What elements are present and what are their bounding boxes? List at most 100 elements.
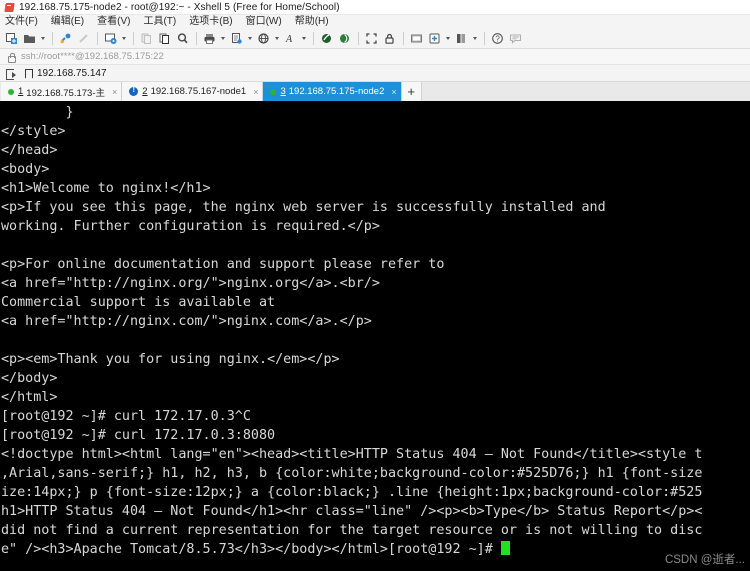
menu-tabs[interactable]: 选项卡(B) (189, 15, 239, 29)
font-icon[interactable]: A (282, 30, 299, 47)
xshell-window: 192.168.75.175-node2 - root@192:~ - Xshe… (0, 0, 750, 571)
compose-icon[interactable] (408, 30, 425, 47)
lock-icon[interactable] (381, 30, 398, 47)
title-bar: 192.168.75.175-node2 - root@192:~ - Xshe… (0, 0, 750, 15)
bookmark-bar: 192.168.75.147 (0, 65, 750, 82)
open-folder-caret-icon[interactable] (39, 30, 46, 47)
terminal-line: </html> (1, 390, 58, 405)
font-caret-icon[interactable] (300, 30, 307, 47)
log-caret-icon[interactable] (246, 30, 253, 47)
terminal-line: <body> (1, 162, 50, 177)
toolbar-separator (313, 32, 314, 45)
toolbar-separator (484, 32, 485, 45)
terminal-line: <!doctype html><html lang="en"><head><ti… (1, 447, 703, 462)
toolbar-separator (403, 32, 404, 45)
paste-icon[interactable] (156, 30, 173, 47)
help-icon[interactable]: ? (489, 30, 506, 47)
address-bar[interactable]: ssh://root****@192.168.75.175:22 (0, 49, 750, 65)
terminal-line: Commercial support is available at (1, 295, 276, 310)
menu-file[interactable]: 文件(F) (5, 15, 45, 29)
menu-window[interactable]: 窗口(W) (246, 15, 289, 29)
print-caret-icon[interactable] (219, 30, 226, 47)
terminal-line: [root@192 ~]# curl 172.17.0.3:8080 (1, 428, 276, 443)
bookmark-item-label[interactable]: 192.168.75.147 (37, 68, 107, 79)
lock-icon (6, 52, 16, 63)
terminal-line: </style> (1, 124, 66, 139)
print-icon[interactable] (201, 30, 218, 47)
xshell-icon (4, 2, 15, 13)
tab-number: 2 (142, 86, 148, 97)
menu-help[interactable]: 帮助(H) (295, 15, 336, 29)
tab-bar: 1 192.168.75.173-主 × 2 192.168.75.167-no… (0, 82, 750, 101)
new-tab-button[interactable]: + (401, 82, 422, 101)
terminal-line: </head> (1, 143, 58, 158)
terminal-line: } (1, 105, 74, 120)
terminal-line: <p><em>Thank you for using nginx.</em></… (1, 352, 340, 367)
terminal-line: <a href="http://nginx.org/">nginx.org</a… (1, 276, 380, 291)
tab-label: 192.168.75.173-主 (26, 87, 105, 99)
globe-icon[interactable] (255, 30, 272, 47)
menu-bar: 文件(F) 编辑(E) 查看(V) 工具(T) 选项卡(B) 窗口(W) 帮助(… (0, 15, 750, 29)
terminal-output[interactable]: } </style> </head> <body> <h1>Welcome to ngi… (0, 101, 750, 571)
session-properties-icon[interactable] (102, 30, 119, 47)
terminal-line-container: } </style> </head> <body> <h1>Welcome to ngi… (1, 103, 750, 559)
terminal-line: [root@192 ~]# curl 172.17.0.3^C (1, 409, 251, 424)
menu-tools[interactable]: 工具(T) (143, 15, 183, 29)
toolbar-separator (52, 32, 53, 45)
fullscreen-icon[interactable] (363, 30, 380, 47)
terminal-line: ,Arial,sans-serif;} h1, h2, h3, b {color… (1, 466, 703, 481)
globe-caret-icon[interactable] (273, 30, 280, 47)
terminal-line: <a href="http://nginx.com/">nginx.com</a… (1, 314, 372, 329)
disconnect-icon (75, 30, 92, 47)
tab-close-icon[interactable]: × (391, 87, 396, 97)
add-icon[interactable] (426, 30, 443, 47)
layout-caret-icon[interactable] (471, 30, 478, 47)
layout-icon[interactable] (453, 30, 470, 47)
tab-number: 3 (280, 86, 286, 97)
terminal-line: h1>HTTP Status 404 – Not Found</h1><hr c… (1, 504, 703, 519)
menu-view[interactable]: 查看(V) (97, 15, 137, 29)
toolbar: A ? (0, 29, 750, 49)
svg-text:A: A (285, 34, 293, 45)
tab-label: 192.168.75.175-node2 (288, 86, 385, 97)
watermark: CSDN @逝者... (664, 554, 745, 566)
tab-192-168-75-173[interactable]: 1 192.168.75.173-主 × (1, 82, 123, 101)
menu-edit[interactable]: 编辑(E) (51, 15, 91, 29)
terminal-line: </body> (1, 371, 58, 386)
chat-icon[interactable] (507, 30, 524, 47)
sftp-icon[interactable] (336, 30, 353, 47)
toolbar-separator (133, 32, 134, 45)
tab-number: 1 (18, 86, 24, 97)
toolbar-separator (358, 32, 359, 45)
address-input[interactable]: ssh://root****@192.168.75.175:22 (21, 51, 164, 62)
toolbar-separator (196, 32, 197, 45)
tab-status-dot-icon (270, 88, 277, 95)
open-folder-icon[interactable] (21, 30, 38, 47)
find-icon[interactable] (174, 30, 191, 47)
window-title: 192.168.75.175-node2 - root@192:~ - Xshe… (19, 1, 340, 13)
tab-close-icon[interactable]: × (253, 87, 258, 97)
tab-status-dot-icon (8, 88, 14, 95)
terminal-cursor (500, 541, 510, 555)
terminal-line: <h1>Welcome to nginx!</h1> (1, 181, 211, 196)
terminal-line: e" /><h3>Apache Tomcat/8.5.73</h3></body… (1, 540, 750, 559)
tab-bar-empty-area (421, 82, 750, 101)
open-session-icon[interactable] (6, 68, 17, 80)
log-icon[interactable] (228, 30, 245, 47)
session-properties-caret-icon[interactable] (120, 30, 127, 47)
tab-close-icon[interactable]: × (112, 87, 117, 97)
copy-icon (138, 30, 155, 47)
terminal-line: <p>If you see this page, the nginx web s… (1, 200, 606, 215)
transfer-icon[interactable] (318, 30, 335, 47)
connect-icon[interactable] (57, 30, 74, 47)
toolbar-separator (97, 32, 98, 45)
tab-label: 192.168.75.167-node1 (150, 86, 247, 97)
terminal-line: <p>For online documentation and support … (1, 257, 445, 272)
new-session-icon[interactable] (3, 30, 20, 47)
tab-192-168-75-175-node2[interactable]: 3 192.168.75.175-node2 × (263, 82, 402, 101)
tab-192-168-75-167-node1[interactable]: 2 192.168.75.167-node1 × (122, 82, 264, 101)
terminal-line: working. Further configuration is requir… (1, 219, 380, 234)
add-caret-icon[interactable] (444, 30, 451, 47)
svg-text:?: ? (495, 35, 500, 44)
